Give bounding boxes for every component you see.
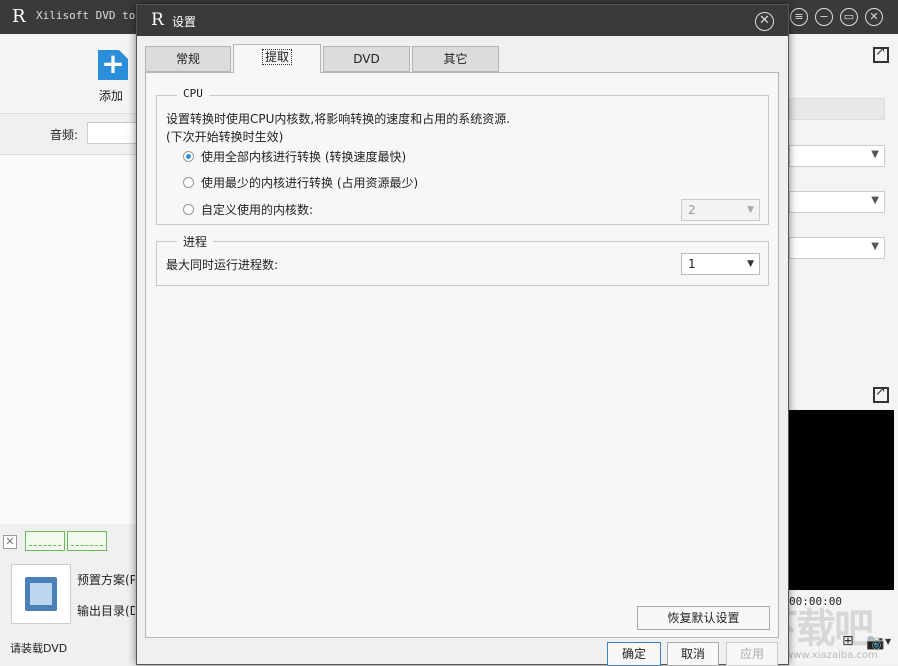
process-group-title: 进程 [177,233,214,250]
restore-icon[interactable]: ▭ [840,8,858,26]
dialog-logo: R [151,10,164,30]
film-icon [25,577,57,611]
max-process-label: 最大同时运行进程数: [166,258,279,272]
right-field [789,98,885,120]
close-icon[interactable]: ✕ [755,12,774,31]
signal-indicator [67,531,107,551]
watermark-url: www.xiazaiba.com [785,650,878,661]
video-preview [789,410,894,590]
radio-min-cores[interactable] [183,177,194,188]
add-file-icon[interactable]: + [98,50,128,80]
add-button-label[interactable]: 添加 [99,87,123,104]
chevron-down-icon: ▼ [747,205,754,215]
chevron-down-icon[interactable]: ▼ [885,637,891,646]
apply-button[interactable]: 应用 [726,642,778,666]
radio-all-cores[interactable] [183,151,194,162]
cpu-note: (下次开始转换时生效) [166,130,284,144]
tab-other[interactable]: 其它 [412,46,499,72]
ok-button[interactable]: 确定 [607,642,661,666]
cpu-group: CPU 设置转换时使用CPU内核数,将影响转换的速度和占用的系统资源. (下次开… [156,87,769,225]
signal-indicator [25,531,65,551]
radio-min-cores-label[interactable]: 使用最少的内核进行转换 (占用资源最少) [201,174,418,191]
menu-icon[interactable]: ≡ [790,8,808,26]
right-select[interactable]: ▼ [789,191,885,213]
preset-label: 预置方案(P [77,573,135,587]
radio-custom-cores[interactable] [183,204,194,215]
chevron-down-icon: ▼ [871,241,879,252]
cpu-description: 设置转换时使用CPU内核数,将影响转换的速度和占用的系统资源. [166,112,511,126]
snapshot-star-icon[interactable]: ⊞ [842,633,854,649]
chevron-down-icon: ▼ [871,195,879,206]
close-icon[interactable]: ✕ [865,8,883,26]
file-list[interactable] [0,154,136,524]
custom-cores-value: 2 [688,203,696,217]
process-group: 进程 最大同时运行进程数: 1 ▼ [156,233,769,286]
output-dir-label: 输出目录(D [77,604,135,618]
right-select[interactable]: ▼ [789,145,885,167]
custom-cores-select[interactable]: 2 ▼ [681,199,760,221]
cancel-button[interactable]: 取消 [667,642,719,666]
max-process-value: 1 [688,257,696,271]
max-process-select[interactable]: 1 ▼ [681,253,760,275]
restore-defaults-button[interactable]: 恢复默认设置 [637,606,770,630]
dialog-title: 设置 [172,15,197,29]
minimize-icon[interactable]: − [815,8,833,26]
app-title: Xilisoft DVD to M [36,9,136,22]
status-text: 请装载DVD [10,642,68,655]
camera-icon[interactable]: 📷 [866,633,885,651]
tab-rip[interactable]: 提取 [233,44,321,73]
app-logo: R [12,6,26,27]
tab-dvd[interactable]: DVD [323,46,410,72]
preset-thumbnail[interactable] [11,564,71,624]
settings-dialog: R 设置 ✕ 常规 提取 DVD 其它 CPU 设置转换时使用CPU内核数,将影… [136,4,789,666]
tab-panel: CPU 设置转换时使用CPU内核数,将影响转换的速度和占用的系统资源. (下次开… [145,72,779,638]
chevron-down-icon: ▼ [747,259,754,269]
expand-icon[interactable] [873,44,889,63]
chevron-down-icon: ▼ [871,149,879,160]
right-select[interactable]: ▼ [789,237,885,259]
expand-icon[interactable] [873,384,889,403]
dialog-titlebar: R 设置 ✕ [137,5,788,36]
radio-all-cores-label[interactable]: 使用全部内核进行转换 (转换速度最快) [201,148,406,165]
audio-select[interactable] [87,122,137,144]
radio-custom-cores-label[interactable]: 自定义使用的内核数: [201,201,313,218]
close-icon[interactable]: ✕ [3,535,17,549]
cpu-group-title: CPU [177,87,209,100]
tab-general[interactable]: 常规 [145,46,231,72]
audio-label: 音频: [50,128,79,142]
